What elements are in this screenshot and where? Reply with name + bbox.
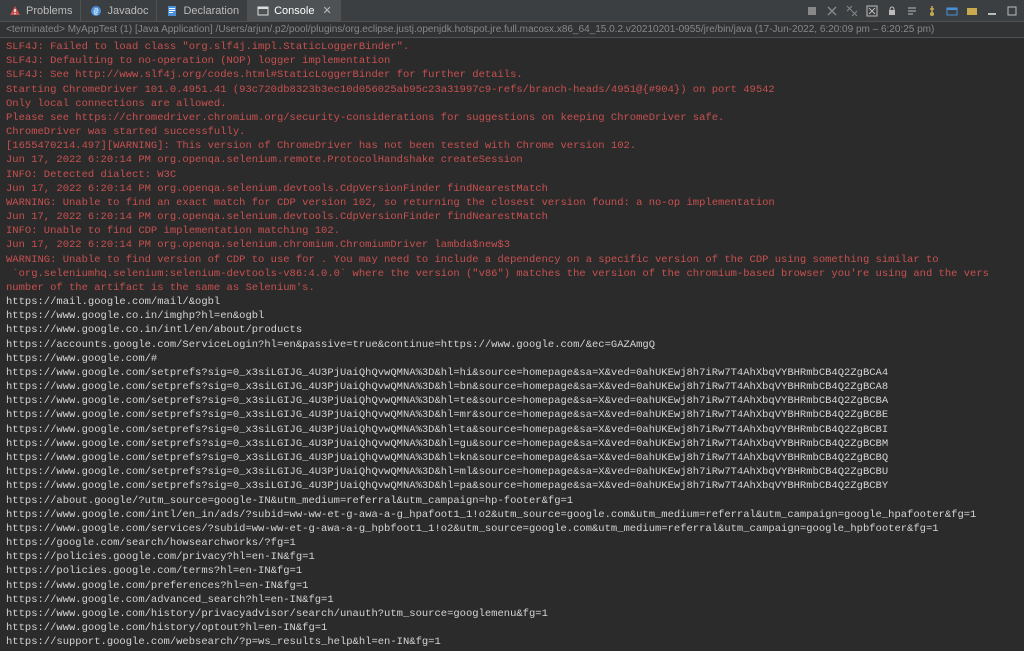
- console-line: https://support.google.com/websearch/?p=…: [6, 635, 1018, 649]
- tab-console[interactable]: Console ✕: [248, 0, 341, 21]
- console-toolbar: [804, 3, 1024, 19]
- display-console-button[interactable]: [944, 3, 960, 19]
- console-line: Jun 17, 2022 6:20:14 PM org.openqa.selen…: [6, 238, 1018, 252]
- console-line: [1655470214.497][WARNING]: This version …: [6, 139, 1018, 153]
- svg-text:@: @: [94, 8, 99, 17]
- tab-problems[interactable]: Problems: [0, 0, 81, 21]
- console-line: https://www.google.com/intl/en_in/ads/?s…: [6, 508, 1018, 522]
- console-line: WARNING: Unable to find an exact match f…: [6, 196, 1018, 210]
- console-line: Jun 17, 2022 6:20:14 PM org.openqa.selen…: [6, 182, 1018, 196]
- console-line: SLF4J: See http://www.slf4j.org/codes.ht…: [6, 68, 1018, 82]
- open-console-button[interactable]: [964, 3, 980, 19]
- console-line: Jun 17, 2022 6:20:14 PM org.openqa.selen…: [6, 210, 1018, 224]
- console-line: ChromeDriver was started successfully.: [6, 125, 1018, 139]
- console-line: https://www.google.com/setprefs?sig=0_x3…: [6, 423, 1018, 437]
- console-line: https://policies.google.com/terms?hl=en-…: [6, 564, 1018, 578]
- console-line: https://www.google.com/setprefs?sig=0_x3…: [6, 451, 1018, 465]
- console-line: Jun 17, 2022 6:20:14 PM org.openqa.selen…: [6, 153, 1018, 167]
- console-line: WARNING: Unable to find version of CDP t…: [6, 253, 1018, 267]
- console-icon: [256, 4, 270, 18]
- clear-console-button[interactable]: [864, 3, 880, 19]
- console-line: https://about.google/?utm_source=google-…: [6, 494, 1018, 508]
- console-line: https://www.google.com/advanced_search?h…: [6, 593, 1018, 607]
- javadoc-icon: @: [89, 4, 103, 18]
- console-line: https://mail.google.com/mail/&ogbl: [6, 295, 1018, 309]
- console-line: https://www.google.com/history/privacyad…: [6, 607, 1018, 621]
- console-line: https://accounts.google.com/ServiceLogin…: [6, 338, 1018, 352]
- pin-console-button[interactable]: [924, 3, 940, 19]
- console-line: https://www.google.com/setprefs?sig=0_x3…: [6, 479, 1018, 493]
- console-line: https://www.google.com/setprefs?sig=0_x3…: [6, 437, 1018, 451]
- remove-all-button[interactable]: [844, 3, 860, 19]
- tab-javadoc[interactable]: @ Javadoc: [81, 0, 157, 21]
- close-icon[interactable]: ✕: [322, 4, 331, 17]
- console-line: number of the artifact is the same as Se…: [6, 281, 1018, 295]
- console-line: https://www.google.com/history/optout?hl…: [6, 621, 1018, 635]
- console-line: https://www.google.co.in/imghp?hl=en&ogb…: [6, 309, 1018, 323]
- tab-label: Declaration: [183, 5, 239, 17]
- launch-status: <terminated> MyAppTest (1) [Java Applica…: [0, 22, 1024, 38]
- console-output: SLF4J: Failed to load class "org.slf4j.i…: [0, 38, 1024, 651]
- console-line: https://www.google.co.in/intl/en/about/p…: [6, 323, 1018, 337]
- warning-icon: [8, 4, 22, 18]
- console-line: https://www.google.com/setprefs?sig=0_x3…: [6, 366, 1018, 380]
- tab-label: Console: [274, 5, 314, 17]
- view-tabs: Problems @ Javadoc Declaration Console ✕: [0, 0, 1024, 22]
- console-line: https://www.google.com/services/?subid=w…: [6, 522, 1018, 536]
- terminate-button[interactable]: [804, 3, 820, 19]
- console-line: https://www.google.com/setprefs?sig=0_x3…: [6, 394, 1018, 408]
- console-line: https://www.google.com/setprefs?sig=0_x3…: [6, 465, 1018, 479]
- console-line: SLF4J: Failed to load class "org.slf4j.i…: [6, 40, 1018, 54]
- console-line: https://www.google.com/setprefs?sig=0_x3…: [6, 380, 1018, 394]
- console-line: https://www.google.com/preferences?hl=en…: [6, 579, 1018, 593]
- status-text: <terminated> MyAppTest (1) [Java Applica…: [6, 24, 934, 35]
- tab-label: Problems: [26, 5, 72, 17]
- console-line: https://google.com/search/howsearchworks…: [6, 536, 1018, 550]
- console-line: Only local connections are allowed.: [6, 97, 1018, 111]
- tab-declaration[interactable]: Declaration: [157, 0, 248, 21]
- console-line: INFO: Unable to find CDP implementation …: [6, 224, 1018, 238]
- console-line: https://policies.google.com/privacy?hl=e…: [6, 550, 1018, 564]
- console-line: SLF4J: Defaulting to no-operation (NOP) …: [6, 54, 1018, 68]
- scroll-lock-button[interactable]: [884, 3, 900, 19]
- tab-label: Javadoc: [107, 5, 148, 17]
- console-line: `org.seleniumhq.selenium:selenium-devtoo…: [6, 267, 1018, 281]
- console-line: https://www.google.com/#: [6, 352, 1018, 366]
- remove-launch-button[interactable]: [824, 3, 840, 19]
- console-line: Please see https://chromedriver.chromium…: [6, 111, 1018, 125]
- console-line: INFO: Detected dialect: W3C: [6, 168, 1018, 182]
- maximize-button[interactable]: [1004, 3, 1020, 19]
- console-line: https://www.google.com/setprefs?sig=0_x3…: [6, 408, 1018, 422]
- minimize-button[interactable]: [984, 3, 1000, 19]
- word-wrap-button[interactable]: [904, 3, 920, 19]
- console-line: Starting ChromeDriver 101.0.4951.41 (93c…: [6, 83, 1018, 97]
- declaration-icon: [165, 4, 179, 18]
